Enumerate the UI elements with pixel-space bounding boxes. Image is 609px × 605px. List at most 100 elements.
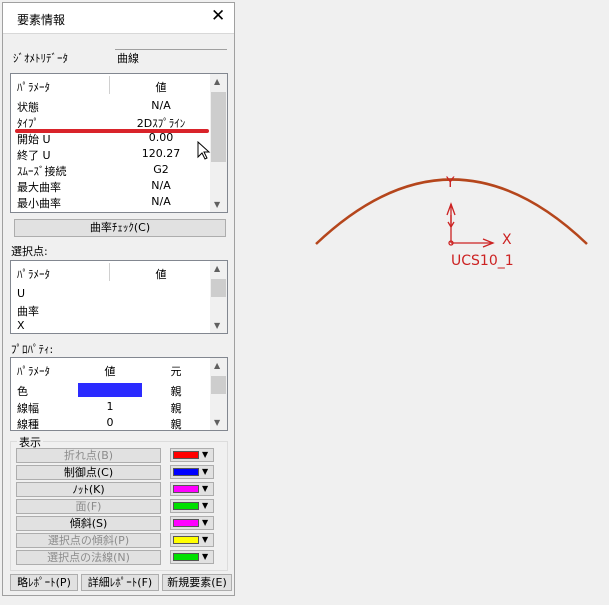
table-row[interactable]: 最小曲率 N/A [11, 194, 227, 210]
param-value: N/A [151, 99, 171, 112]
mouse-cursor-icon [197, 141, 211, 160]
dropdown-arrow-icon: ▼ [202, 552, 209, 561]
scroll-thumb[interactable] [211, 279, 226, 297]
face-color-picker[interactable]: ▼ [170, 499, 214, 513]
geometry-value: 曲線 [115, 49, 227, 65]
selected-point-normal-color-picker[interactable]: ▼ [170, 550, 214, 564]
color-swatch [173, 553, 199, 561]
param-value: G2 [153, 163, 169, 176]
table-row[interactable]: 終了 U 120.27 [11, 146, 227, 162]
scroll-down-icon[interactable]: ▼ [214, 418, 220, 427]
list-item[interactable]: 曲率 [11, 302, 227, 318]
header-value: 値 [104, 365, 116, 378]
close-icon[interactable]: ✕ [211, 6, 225, 26]
property-source: 親 [170, 402, 182, 415]
face-button[interactable]: 面(F) [16, 499, 161, 514]
selection-param: 曲率 [17, 305, 39, 318]
property-name: 線幅 [17, 402, 39, 415]
table-row[interactable]: 色 親 [11, 382, 227, 398]
property-value: 0 [106, 416, 114, 429]
cad-viewport[interactable]: Y X UCS10_1 [237, 0, 609, 605]
property-label: ﾌﾟﾛﾊﾟﾃｨ: [11, 343, 54, 356]
list-item[interactable]: U [11, 286, 227, 302]
property-value: 1 [106, 400, 114, 413]
color-swatch [173, 519, 199, 527]
param-name: 最大曲率 [17, 181, 61, 194]
selected-point-slope-button[interactable]: 選択点の傾斜(P) [16, 533, 161, 548]
color-swatch [78, 383, 142, 397]
list-item[interactable]: X [11, 318, 227, 334]
scroll-down-icon[interactable]: ▼ [214, 200, 220, 209]
table-row[interactable]: 線幅 1 親 [11, 399, 227, 415]
parameter-list[interactable]: ﾊﾟﾗﾒｰﾀ 値 状態 N/A ﾀｲﾌﾟ 2Dｽﾌﾟﾗｲﾝ 開始 U 0.00 終了 … [10, 73, 228, 213]
ucs-axis-icon [446, 202, 495, 248]
viewport-svg [315, 178, 588, 248]
slope-color-picker[interactable]: ▼ [170, 516, 214, 530]
param-value: N/A [151, 195, 171, 208]
property-name: 線種 [17, 418, 39, 431]
param-value: 120.27 [141, 147, 181, 160]
selected-point-normal-button[interactable]: 選択点の法線(N) [16, 550, 161, 565]
header-param: ﾊﾟﾗﾒｰﾀ [17, 365, 50, 378]
scroll-thumb[interactable] [211, 92, 226, 162]
header-param: ﾊﾟﾗﾒｰﾀ [17, 268, 50, 281]
header-param: ﾊﾟﾗﾒｰﾀ [17, 81, 50, 94]
color-swatch [173, 502, 199, 510]
curvature-check-button[interactable]: 曲率ﾁｪｯｸ(C) [14, 219, 226, 237]
param-value: N/A [151, 179, 171, 192]
header-source: 元 [170, 365, 182, 378]
title-bar: 要素情報 ✕ [3, 3, 234, 34]
axis-x-label: X [502, 232, 512, 248]
property-list[interactable]: ﾊﾟﾗﾒｰﾀ 値 元 色 親 線幅 1 親 線種 0 親 ▲ ▼ [10, 357, 228, 431]
selection-param: U [17, 287, 26, 300]
selection-list-header: ﾊﾟﾗﾒｰﾀ 値 [11, 265, 227, 281]
property-list-header: ﾊﾟﾗﾒｰﾀ 値 元 [11, 362, 227, 378]
scroll-up-icon[interactable]: ▲ [214, 77, 220, 86]
dialog-title: 要素情報 [17, 13, 66, 27]
table-row[interactable]: ﾀｲﾌﾟ 2Dｽﾌﾟﾗｲﾝ [11, 114, 227, 130]
color-swatch [173, 536, 199, 544]
param-name: 開始 U [17, 133, 51, 146]
selection-scrollbar[interactable]: ▲ ▼ [210, 261, 227, 333]
detail-report-button[interactable]: 詳細ﾚﾎﾟｰﾄ(F) [81, 574, 159, 591]
property-name: 色 [17, 385, 28, 398]
break-point-button[interactable]: 折れ点(B) [16, 448, 161, 463]
knot-button[interactable]: ﾉｯﾄ(K) [16, 482, 161, 497]
table-row[interactable]: 最大曲率 N/A [11, 178, 227, 194]
selection-param: X [17, 319, 25, 332]
slope-button[interactable]: 傾斜(S) [16, 516, 161, 531]
table-row[interactable]: ｽﾑｰｽﾞ接続 G2 [11, 162, 227, 178]
dropdown-arrow-icon: ▼ [202, 535, 209, 544]
knot-color-picker[interactable]: ▼ [170, 482, 214, 496]
dropdown-arrow-icon: ▼ [202, 518, 209, 527]
table-row[interactable]: 状態 N/A [11, 98, 227, 114]
ucs-label: UCS10_1 [451, 253, 514, 269]
dropdown-arrow-icon: ▼ [202, 484, 209, 493]
header-value: 値 [155, 268, 167, 281]
property-source: 親 [170, 418, 182, 431]
param-name: 最小曲率 [17, 197, 61, 210]
selection-list[interactable]: ﾊﾟﾗﾒｰﾀ 値 U 曲率 X ▲ ▼ [10, 260, 228, 334]
element-info-dialog: 要素情報 ✕ ｼﾞｵﾒﾄﾘﾃﾞｰﾀ 曲線 ﾊﾟﾗﾒｰﾀ 値 状態 N/A ﾀｲﾌﾟ… [2, 2, 235, 596]
scroll-down-icon[interactable]: ▼ [214, 321, 220, 330]
property-scrollbar[interactable]: ▲ ▼ [210, 358, 227, 430]
scroll-up-icon[interactable]: ▲ [214, 264, 220, 273]
selection-label: 選択点: [11, 245, 48, 258]
control-point-color-picker[interactable]: ▼ [170, 465, 214, 479]
color-swatch [173, 468, 199, 476]
break-point-color-picker[interactable]: ▼ [170, 448, 214, 462]
scroll-thumb[interactable] [211, 376, 226, 394]
param-name: ｽﾑｰｽﾞ接続 [17, 165, 67, 178]
selected-point-slope-color-picker[interactable]: ▼ [170, 533, 214, 547]
brief-report-button[interactable]: 略ﾚﾎﾟｰﾄ(P) [10, 574, 78, 591]
scroll-up-icon[interactable]: ▲ [214, 361, 220, 370]
dropdown-arrow-icon: ▼ [202, 450, 209, 459]
color-swatch [173, 451, 199, 459]
param-name: 終了 U [17, 149, 51, 162]
control-point-button[interactable]: 制御点(C) [16, 465, 161, 480]
param-name: 状態 [17, 101, 39, 114]
parameter-scrollbar[interactable]: ▲ ▼ [210, 74, 227, 212]
color-swatch [173, 485, 199, 493]
new-element-button[interactable]: 新規要素(E) [162, 574, 232, 591]
table-row[interactable]: 線種 0 親 [11, 415, 227, 431]
